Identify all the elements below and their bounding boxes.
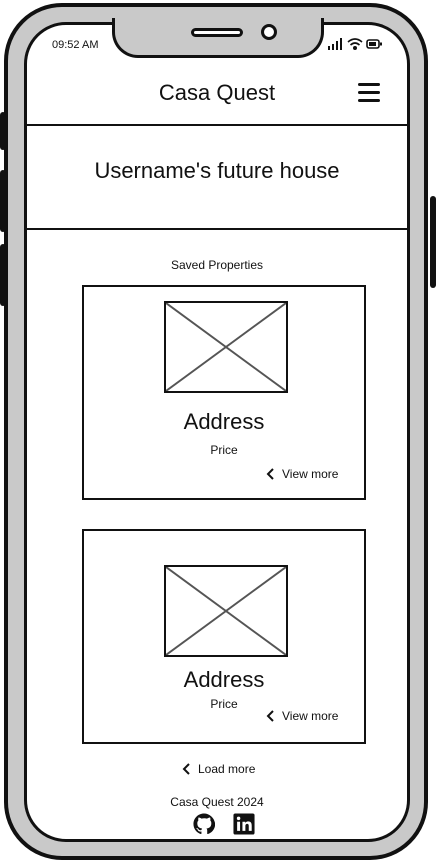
property-address: Address	[183, 667, 265, 692]
github-icon[interactable]	[193, 813, 215, 835]
view-more-label: View more	[282, 467, 339, 481]
status-time: 09:52 AM	[52, 39, 99, 51]
hamburger-icon[interactable]	[358, 83, 380, 103]
image-placeholder-icon	[164, 301, 288, 393]
footer-copyright: Casa Quest 2024	[170, 795, 264, 809]
camera-icon	[261, 24, 277, 40]
view-more-link[interactable]: View more	[266, 467, 338, 481]
app-title: Casa Quest	[158, 80, 276, 105]
view-more-link[interactable]: View more	[266, 709, 338, 723]
speaker-icon	[191, 28, 243, 37]
load-more-button[interactable]: Load more	[182, 762, 255, 776]
image-placeholder-icon	[164, 565, 288, 657]
status-icons	[328, 38, 382, 51]
chevron-left-icon	[182, 763, 190, 775]
phone-notch	[112, 18, 324, 58]
app-header: Casa Quest	[27, 74, 407, 126]
phone-side-button	[0, 170, 6, 232]
property-card[interactable]: Address Price View more	[82, 285, 366, 500]
hero-banner: Username's future house	[27, 124, 407, 230]
wifi-icon	[347, 38, 363, 51]
battery-icon	[366, 39, 382, 49]
property-card[interactable]: Address Price View more	[82, 529, 366, 744]
phone-side-button	[0, 244, 6, 306]
signal-icon	[328, 38, 342, 50]
linkedin-icon[interactable]	[233, 813, 255, 835]
property-price: Price	[210, 443, 238, 457]
section-label: Saved Properties	[170, 258, 264, 272]
load-more-label: Load more	[198, 762, 256, 776]
phone-side-button	[0, 112, 6, 150]
chevron-left-icon	[266, 468, 274, 480]
page-title: Username's future house	[94, 158, 340, 183]
phone-side-button	[430, 196, 436, 288]
property-address: Address	[183, 409, 265, 434]
chevron-left-icon	[266, 710, 274, 722]
view-more-label: View more	[282, 709, 339, 723]
